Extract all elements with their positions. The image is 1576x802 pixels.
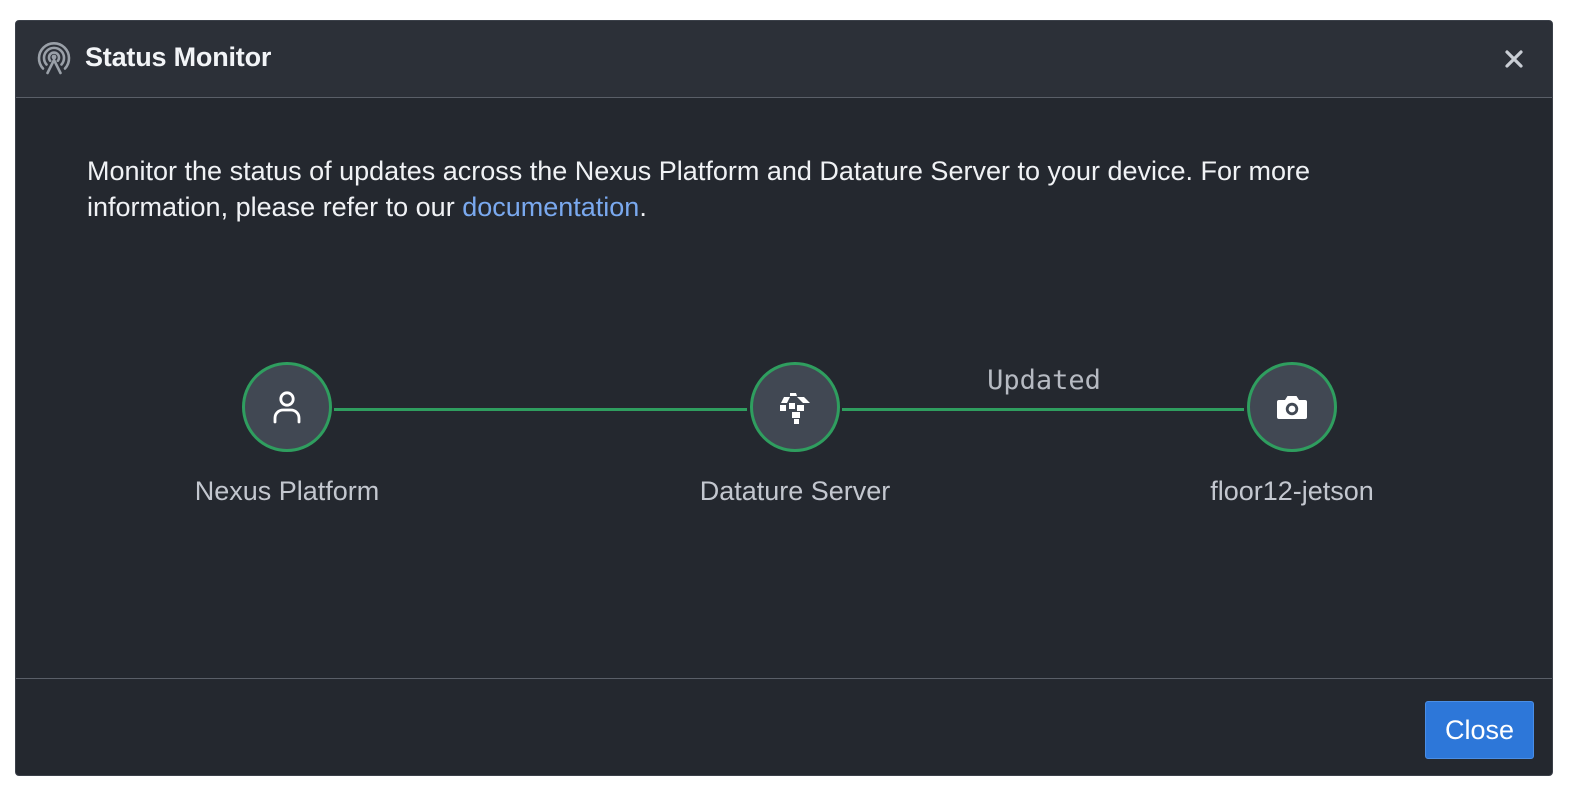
status-flow: Updated Nexus Platform Datature Server f…: [16, 21, 1552, 775]
node-label-nexus-platform: Nexus Platform: [194, 476, 380, 506]
camera-icon: [1275, 392, 1309, 422]
node-device: [1247, 362, 1337, 452]
connector-platform-to-server: [334, 408, 747, 411]
close-button[interactable]: Close: [1425, 701, 1534, 759]
status-monitor-dialog: Status Monitor Monitor the status of upd…: [15, 20, 1553, 776]
node-label-device: floor12-jetson: [1210, 476, 1374, 506]
connection-status-label: Updated: [987, 365, 1101, 396]
datature-logo-icon: [777, 389, 813, 425]
dialog-footer: Close: [16, 678, 1552, 775]
node-label-datature-server: Datature Server: [699, 476, 891, 506]
node-datature-server: [750, 362, 840, 452]
node-nexus-platform: [242, 362, 332, 452]
connector-server-to-device: [842, 408, 1244, 411]
user-icon: [272, 390, 302, 424]
